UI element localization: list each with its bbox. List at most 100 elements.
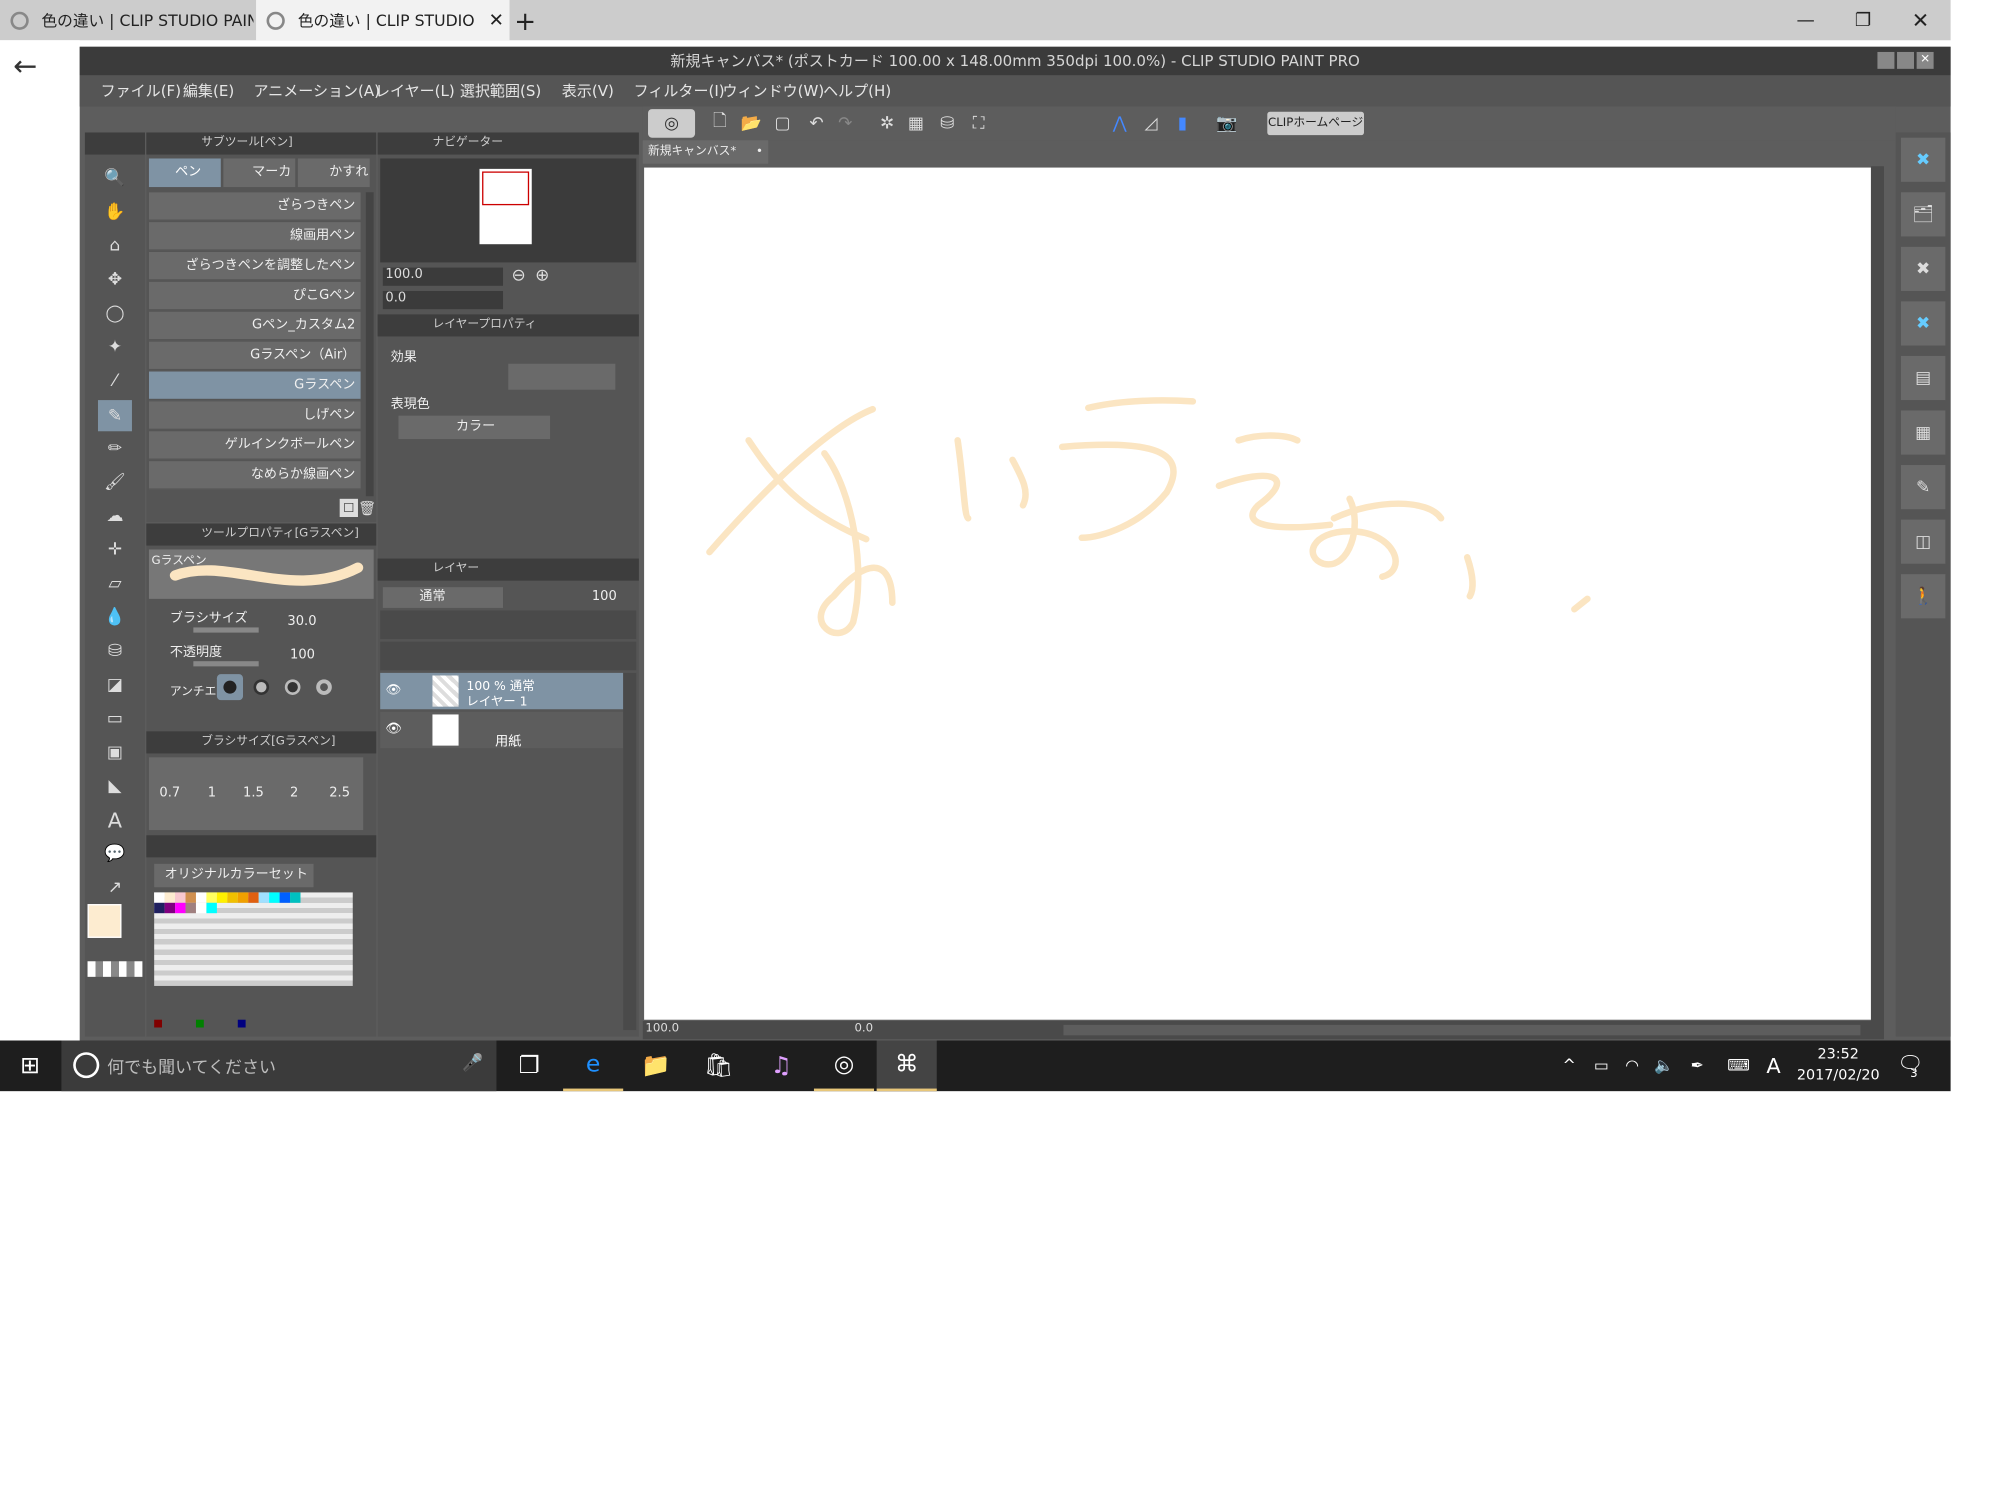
snap-special-icon[interactable]: ◿ [1139,112,1163,135]
zoom-field[interactable]: 100.0 [382,267,504,286]
figure-tool-icon[interactable]: ▭ [101,704,130,733]
drawing-canvas[interactable] [644,167,1881,1020]
clip-studio-paint-taskbar-icon[interactable]: ⌘ [876,1040,937,1092]
blend-tool-icon[interactable]: 💧 [101,603,130,632]
brush-item[interactable]: なめらか線画ペン [148,461,361,490]
brush-item[interactable]: しげペン [148,401,361,430]
color-set-dropdown[interactable]: オリジナルカラーセット [154,863,314,888]
blend-mode-dropdown[interactable]: 通常 [382,587,504,608]
correct-line-tool-icon[interactable]: ↗ [101,873,130,902]
canvas-tab-close-icon[interactable]: • [756,140,763,163]
itunes-icon[interactable]: ♫ [751,1040,811,1091]
material-pattern-icon[interactable]: ✖ [1900,246,1946,291]
material-folder-icon[interactable]: 🗂 [1900,192,1946,237]
airbrush-tool-icon[interactable]: ☁ [101,501,130,530]
eraser-tool-icon[interactable]: ▱ [101,569,130,598]
brush-item[interactable]: ざらつきペンを調整したペン [148,252,361,281]
antialias-mid[interactable] [280,674,306,700]
keyboard-icon[interactable]: ⌨ [1727,1056,1750,1074]
taskbar-search-box[interactable]: 何でも聞いてください 🎤 [61,1040,497,1092]
menu-help[interactable]: ヘルプ(H) [823,75,891,106]
material-icon[interactable]: ✖ [1900,137,1946,182]
back-arrow-icon[interactable]: ← [13,51,37,83]
zoom-in-icon[interactable]: ⊕ [532,265,553,286]
browser-tab-1[interactable]: 色の違い | CLIP STUDIO PAIN [0,0,253,40]
opacity-slider[interactable] [193,661,259,667]
open-file-icon[interactable]: 📂 [739,112,763,135]
brush-size-option[interactable]: 0.7 [159,786,180,800]
canvas-vertical-scrollbar[interactable] [1870,166,1884,1024]
navigator-preview[interactable] [380,158,637,263]
antialias-strong[interactable] [311,674,337,700]
brush-item[interactable]: ゲルインクボールペン [148,431,361,460]
menu-animation[interactable]: アニメーション(A) [253,75,380,106]
opacity-value[interactable]: 100 [290,648,315,662]
gradient-tool-icon[interactable]: ◪ [101,670,130,699]
save-icon[interactable]: ▢ [771,112,795,135]
subtool-tab-kasure[interactable]: かすれ [297,158,370,188]
app-minimize-icon[interactable] [1877,51,1895,69]
color-swatch-small[interactable] [237,1019,246,1028]
browser-tab-2[interactable]: 色の違い | CLIP STUDIO ✕ [256,0,510,41]
brush-size-option[interactable]: 2.5 [329,786,350,800]
eyedropper-tool-icon[interactable]: ⁄ [101,366,130,395]
hand-tool-icon[interactable]: ✋ [101,197,130,226]
redo-icon[interactable]: ↷ [834,112,858,135]
transparent-color-swatch[interactable] [87,961,143,977]
snap-grid-icon[interactable]: ▮ [1171,112,1195,135]
fill-icon[interactable]: ⛁ [935,112,959,135]
status-zoom[interactable]: 100.0 [645,1022,679,1035]
microphone-icon[interactable]: 🎤 [462,1053,483,1072]
delete-subtool-icon[interactable]: 🗑 [358,499,376,517]
new-subtool-icon[interactable]: □ [339,498,358,518]
layer-scrollbar[interactable] [623,672,637,1031]
screenshot-icon[interactable]: 📷 [1207,112,1246,135]
store-icon[interactable]: 🛍 [689,1040,749,1091]
brush-size-option[interactable]: 2 [290,786,298,800]
main-color-swatch[interactable] [87,904,122,938]
brush-size-option[interactable]: 1.5 [243,786,264,800]
clip-studio-taskbar-icon[interactable]: ◎ [813,1040,875,1092]
pen-workspace-icon[interactable]: ✒ [1691,1056,1704,1074]
material-image-icon[interactable]: ✖ [1900,301,1946,346]
transform-icon[interactable]: ⛶ [967,112,991,135]
ruler-tool-icon[interactable]: ◣ [101,772,130,801]
subtool-tab-pen[interactable]: ペン [148,158,221,188]
tray-chevron-icon[interactable]: ^ [1563,1056,1576,1074]
layer-opacity-value[interactable]: 100 [592,590,617,604]
new-file-icon[interactable]: 🗋 [708,112,732,135]
brush-size-slider[interactable] [193,627,259,633]
brush-list-scrollbar[interactable] [365,192,374,497]
fill-tool-icon[interactable]: ⛁ [101,637,130,666]
decoration-tool-icon[interactable]: ✛ [101,535,130,564]
material-frame-icon[interactable]: ▤ [1900,355,1946,401]
color-swatch-small[interactable] [154,1019,163,1028]
plus-icon[interactable]: + [499,0,551,40]
windows-start-icon[interactable]: ⊞ [0,1040,60,1091]
volume-icon[interactable]: 🔈 [1654,1056,1674,1074]
material-brush-icon[interactable]: ✎ [1900,465,1946,510]
status-rotation[interactable]: 0.0 [854,1022,873,1035]
canvas-horizontal-scrollbar[interactable] [1063,1024,1861,1036]
material-pose-icon[interactable]: 🚶 [1900,574,1946,619]
pen-tool-icon[interactable]: ✎ [97,400,132,432]
clock[interactable]: 23:52 2017/02/20 [1793,1044,1884,1088]
menu-file[interactable]: ファイル(F) [101,75,181,106]
brush-size-value[interactable]: 30.0 [287,614,316,628]
color-swatches[interactable] [154,892,353,986]
layer-toolbar-1[interactable] [380,610,637,640]
menu-view[interactable]: 表示(V) [562,75,614,106]
color-swatch-small[interactable] [195,1019,204,1028]
undo-icon[interactable]: ↶ [805,112,829,135]
menu-window[interactable]: ウィンドウ(W) [722,75,824,106]
clear-icon[interactable]: ✲ [875,112,899,135]
balloon-tool-icon[interactable]: 💬 [101,839,130,868]
menu-filter[interactable]: フィルター(I) [634,75,725,106]
material-3d-icon[interactable]: ◫ [1900,519,1946,564]
menu-layer[interactable]: レイヤー(L) [375,75,455,106]
rotation-field[interactable]: 0.0 [382,290,504,310]
brush-item[interactable]: ぴこGペン [148,281,361,311]
frame-tool-icon[interactable]: ▣ [101,738,130,767]
lasso-tool-icon[interactable]: ◯ [101,299,130,328]
battery-icon[interactable]: ▭ [1594,1056,1609,1074]
